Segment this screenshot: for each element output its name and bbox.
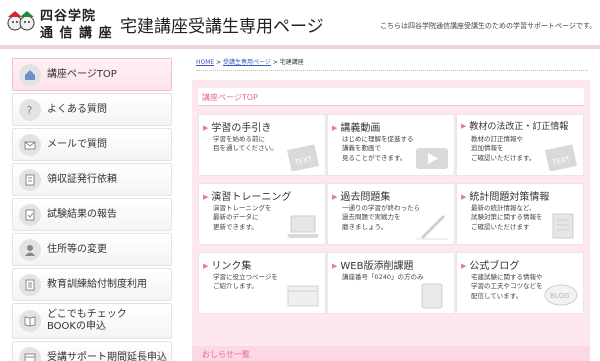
breadcrumb-separator: > xyxy=(270,59,280,66)
card-official-blog[interactable]: 公式ブログ 宅建試験に関する情報や 学習の工夫やコツなどを 配信しています。 B… xyxy=(456,252,584,314)
card-title: 過去問題集 xyxy=(332,188,390,203)
browser-window-icon xyxy=(287,285,319,307)
sidebar-item-label: どこでもチェック BOOKの申込 xyxy=(47,309,127,332)
sidebar-item-faq[interactable]: ? よくある質問 xyxy=(12,93,172,126)
main-panel: 講座ページTOP 学習の手引き 学習を始める前に 目を通してください。 TEXT… xyxy=(192,80,590,361)
card-title: 演習トレーニング xyxy=(203,188,291,203)
card-description: 演習トレーニングを 最新のデータに 更新できます。 xyxy=(213,204,272,231)
sidebar-item-label: 受講サポート期間延長申込 xyxy=(47,351,167,361)
sidebar-item-mail-question[interactable]: メールで質問 xyxy=(12,128,172,161)
card-description: 講座番号「0240」の方のみ xyxy=(342,273,424,281)
card-lecture-video[interactable]: 講義動画 はじめに理解を促進する 講義を動画で 見ることができます。 xyxy=(327,114,455,176)
card-past-exams[interactable]: 過去問題集 一通りの学習が終わったら 過去問題で実戦力を 磨きましょう。 xyxy=(327,183,455,245)
sidebar-nav: 講座ページTOP ? よくある質問 メールで質問 領収証発行依頼 試験結果の報告… xyxy=(12,58,172,361)
sidebar-item-exam-report[interactable]: 試験結果の報告 xyxy=(12,198,172,231)
document-stack-icon xyxy=(552,213,574,239)
card-material-revisions[interactable]: 教材の法改正・訂正情報 教材の訂正情報や 追加情報を ご確認いただけます。 TE… xyxy=(456,114,584,176)
breadcrumb-student-page-link[interactable]: 受講生専用ページ xyxy=(223,59,271,66)
card-description: 学習を始める前に 目を通してください。 xyxy=(213,135,278,153)
card-description: 宅建試験に関する情報や 学習の工夫やコツなどを 配信しています。 xyxy=(471,273,543,300)
breadcrumb-home-link[interactable]: HOME xyxy=(196,59,214,66)
video-play-icon xyxy=(416,148,448,169)
mail-icon xyxy=(19,133,41,156)
sidebar-item-address-change[interactable]: 住所等の変更 xyxy=(12,233,172,266)
home-icon xyxy=(19,63,41,86)
address-icon xyxy=(19,238,41,261)
sidebar-item-label: 教育訓練給付制度利用 xyxy=(47,278,147,290)
logo-line2: 通 信 講 座 xyxy=(40,26,113,41)
breadcrumb-divider xyxy=(196,70,588,71)
breadcrumb: HOME > 受講生専用ページ > 宅建講座 xyxy=(196,57,304,66)
header-divider xyxy=(0,46,600,49)
receipt-icon xyxy=(19,168,41,191)
book-icon xyxy=(19,310,41,332)
card-title: 統計問題対策情報 xyxy=(461,188,549,203)
card-web-assignments[interactable]: WEB版添削課題 講座番号「0240」の方のみ xyxy=(327,252,455,314)
page-title: 宅建講座受講生専用ページ xyxy=(120,17,324,37)
breadcrumb-separator: > xyxy=(214,59,224,66)
text-book-icon: TEXT xyxy=(545,144,577,171)
card-title: WEB版添削課題 xyxy=(332,257,413,272)
sidebar-item-label: 試験結果の報告 xyxy=(47,208,117,220)
card-description: はじめに理解を促進する 講義を動画で 見ることができます。 xyxy=(342,135,414,162)
sidebar-item-course-top[interactable]: 講座ページTOP xyxy=(12,58,172,91)
svg-text:?: ? xyxy=(27,104,33,117)
news-title: おしらせ一覧 xyxy=(202,350,250,359)
sidebar-item-label: メールで質問 xyxy=(47,138,107,150)
blog-bubble-icon: BLOG xyxy=(544,284,578,306)
sidebar-item-label: 住所等の変更 xyxy=(47,243,107,255)
breadcrumb-current: 宅建講座 xyxy=(279,59,304,66)
card-art-label: BLOG xyxy=(550,292,569,300)
card-study-guide[interactable]: 学習の手引き 学習を始める前に 目を通してください。 TEXT xyxy=(198,114,326,176)
tablet-icon xyxy=(421,283,443,309)
calendar-icon xyxy=(19,346,41,361)
card-title: 学習の手引き xyxy=(203,119,271,134)
header-note: こちらは四谷学院通信講座受講生のための学習サポートページです。 xyxy=(380,22,597,30)
card-description: 学習に役立つページを ご紹介します。 xyxy=(213,273,278,291)
site-header: 四谷学院 通 信 講 座 宅建講座受講生専用ページ こちらは四谷学院通信講座受講… xyxy=(0,0,600,46)
question-icon: ? xyxy=(19,98,41,121)
section-header: 講座ページTOP xyxy=(198,88,584,106)
document-icon xyxy=(19,273,41,296)
pen-icon xyxy=(416,214,448,240)
text-book-icon: TEXT xyxy=(287,144,319,171)
card-description: 最新の統計情報など、 試験対策に関する情報を ご確認いただけます xyxy=(471,204,543,231)
card-description: 教材の訂正情報や 追加情報を ご確認いただけます。 xyxy=(471,135,536,162)
card-statistics-info[interactable]: 統計問題対策情報 最新の統計情報など、 試験対策に関する情報を ご確認いただけま… xyxy=(456,183,584,245)
sidebar-item-label: 講座ページTOP xyxy=(47,68,117,80)
logo[interactable]: 四谷学院 通 信 講 座 xyxy=(6,5,114,41)
logo-mark-icon xyxy=(7,11,35,31)
laptop-icon xyxy=(287,215,319,238)
sidebar-item-support-extension[interactable]: 受講サポート期間延長申込 xyxy=(12,341,172,361)
card-title: 教材の法改正・訂正情報 xyxy=(461,119,568,132)
card-title: 講義動画 xyxy=(332,119,380,134)
sidebar-item-check-book[interactable]: どこでもチェック BOOKの申込 xyxy=(12,303,172,339)
section-title: 講座ページTOP xyxy=(202,93,258,102)
sidebar-item-label: 領収証発行依頼 xyxy=(47,173,117,185)
card-description: 一通りの学習が終わったら 過去問題で実戦力を 磨きましょう。 xyxy=(342,204,420,231)
card-title: 公式ブログ xyxy=(461,257,519,272)
card-links[interactable]: リンク集 学習に役立つページを ご紹介します。 xyxy=(198,252,326,314)
sidebar-item-receipt[interactable]: 領収証発行依頼 xyxy=(12,163,172,196)
news-section-header: おしらせ一覧 xyxy=(192,346,590,361)
report-icon xyxy=(19,203,41,226)
sidebar-item-training-benefit[interactable]: 教育訓練給付制度利用 xyxy=(12,268,172,301)
card-practice-training[interactable]: 演習トレーニング 演習トレーニングを 最新のデータに 更新できます。 xyxy=(198,183,326,245)
sidebar-item-label: よくある質問 xyxy=(47,103,107,115)
card-title: リンク集 xyxy=(203,257,251,272)
